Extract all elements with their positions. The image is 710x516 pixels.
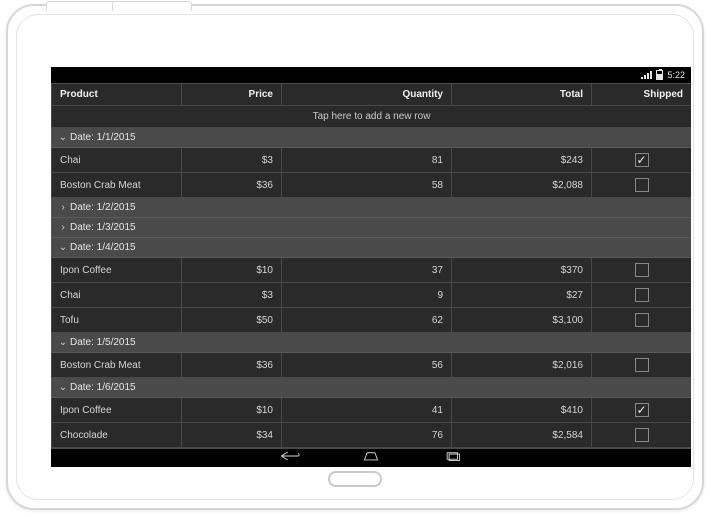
cell-shipped[interactable] [592, 173, 692, 198]
tablet-home-button[interactable] [328, 471, 382, 487]
cell-shipped[interactable] [592, 258, 692, 283]
cell-shipped[interactable] [592, 308, 692, 333]
table-row[interactable]: Ipon Coffee$1041$410 ✓ [52, 398, 692, 423]
android-navbar [51, 449, 691, 467]
cell-total[interactable]: $2,584 [452, 423, 592, 448]
cell-total[interactable]: $2,016 [452, 353, 592, 378]
cell-total[interactable]: $410 [452, 398, 592, 423]
cell-price[interactable]: $10 [182, 398, 282, 423]
cell-price[interactable]: $50 [182, 308, 282, 333]
cell-quantity[interactable]: 58 [282, 173, 452, 198]
cell-product[interactable]: Boston Crab Meat [52, 353, 182, 378]
shipped-checkbox[interactable] [635, 428, 649, 442]
cell-price[interactable]: $10 [182, 258, 282, 283]
recent-apps-button[interactable] [440, 449, 466, 467]
back-button[interactable] [276, 449, 302, 467]
group-label: Date: 1/3/2015 [70, 222, 136, 233]
cell-product[interactable]: Ipon Coffee [52, 398, 182, 423]
group-row[interactable]: ⌄Date: 1/4/2015 [52, 238, 692, 258]
table-row[interactable]: Chocolade$3476$2,584 [52, 423, 692, 448]
cell-total[interactable]: $370 [452, 258, 592, 283]
cell-product[interactable]: Chai [52, 148, 182, 173]
cell-price[interactable]: $3 [182, 283, 282, 308]
table-row[interactable]: Tofu$5062$3,100 [52, 308, 692, 333]
column-header-total[interactable]: Total [452, 84, 592, 106]
cell-product[interactable]: Boston Crab Meat [52, 173, 182, 198]
browser-tab-stub [112, 1, 192, 11]
cell-total[interactable]: $2,088 [452, 173, 592, 198]
battery-icon [656, 70, 663, 80]
group-row[interactable]: ⌄Date: 1/6/2015 [52, 378, 692, 398]
cell-quantity[interactable]: 81 [282, 148, 452, 173]
shipped-checkbox[interactable]: ✓ [635, 403, 649, 417]
group-label: Date: 1/2/2015 [70, 202, 136, 213]
chevron-down-icon[interactable]: ⌄ [58, 242, 68, 253]
cell-total[interactable]: $243 [452, 148, 592, 173]
cell-price[interactable]: $3 [182, 148, 282, 173]
column-header-product[interactable]: Product [52, 84, 182, 106]
chevron-right-icon[interactable]: › [58, 222, 68, 233]
chevron-down-icon[interactable]: ⌄ [58, 132, 68, 143]
cell-total[interactable]: $27 [452, 283, 592, 308]
cell-price[interactable]: $36 [182, 353, 282, 378]
add-new-row[interactable]: Tap here to add a new row [52, 106, 692, 128]
shipped-checkbox[interactable]: ✓ [635, 153, 649, 167]
column-header-shipped[interactable]: Shipped [592, 84, 692, 106]
add-new-row-label[interactable]: Tap here to add a new row [52, 106, 692, 128]
cell-quantity[interactable]: 62 [282, 308, 452, 333]
cell-quantity[interactable]: 41 [282, 398, 452, 423]
shipped-checkbox[interactable] [635, 178, 649, 192]
statusbar-time: 5:22 [667, 70, 685, 80]
grid-container[interactable]: Product Price Quantity Total Shipped Tap… [51, 83, 691, 449]
cell-shipped[interactable] [592, 423, 692, 448]
group-row[interactable]: ›Date: 1/3/2015 [52, 218, 692, 238]
cell-shipped[interactable] [592, 353, 692, 378]
signal-icon [641, 71, 652, 79]
shipped-checkbox[interactable] [635, 263, 649, 277]
cell-shipped[interactable] [592, 283, 692, 308]
column-header-quantity[interactable]: Quantity [282, 84, 452, 106]
group-row[interactable]: ⌄Date: 1/5/2015 [52, 333, 692, 353]
table-row[interactable]: Chai$39$27 [52, 283, 692, 308]
tablet-frame: 5:22 Product Price Quan [6, 4, 704, 510]
device-screen: 5:22 Product Price Quan [51, 67, 691, 467]
group-label: Date: 1/4/2015 [70, 242, 136, 253]
chevron-down-icon[interactable]: ⌄ [58, 382, 68, 393]
group-label: Date: 1/1/2015 [70, 132, 136, 143]
cell-shipped[interactable]: ✓ [592, 398, 692, 423]
cell-product[interactable]: Chocolade [52, 423, 182, 448]
shipped-checkbox[interactable] [635, 288, 649, 302]
grid-header-row: Product Price Quantity Total Shipped [52, 84, 692, 106]
group-row[interactable]: ›Date: 1/2/2015 [52, 198, 692, 218]
cell-quantity[interactable]: 37 [282, 258, 452, 283]
cell-price[interactable]: $36 [182, 173, 282, 198]
shipped-checkbox[interactable] [635, 358, 649, 372]
table-row[interactable]: Boston Crab Meat$3656$2,016 [52, 353, 692, 378]
group-label: Date: 1/5/2015 [70, 337, 136, 348]
cell-product[interactable]: Ipon Coffee [52, 258, 182, 283]
cell-shipped[interactable]: ✓ [592, 148, 692, 173]
android-statusbar: 5:22 [51, 67, 691, 83]
cell-total[interactable]: $3,100 [452, 308, 592, 333]
tablet-bezel: 5:22 Product Price Quan [16, 14, 694, 500]
table-row[interactable]: Ipon Coffee$1037$370 [52, 258, 692, 283]
cell-quantity[interactable]: 9 [282, 283, 452, 308]
group-label: Date: 1/6/2015 [70, 382, 136, 393]
chevron-right-icon[interactable]: › [58, 202, 68, 213]
table-row[interactable]: Chai$381$243 ✓ [52, 148, 692, 173]
shipped-checkbox[interactable] [635, 313, 649, 327]
cell-product[interactable]: Tofu [52, 308, 182, 333]
chevron-down-icon[interactable]: ⌄ [58, 337, 68, 348]
cell-quantity[interactable]: 56 [282, 353, 452, 378]
table-row[interactable]: Boston Crab Meat$3658$2,088 [52, 173, 692, 198]
cell-quantity[interactable]: 76 [282, 423, 452, 448]
cell-product[interactable]: Chai [52, 283, 182, 308]
home-button[interactable] [358, 449, 384, 467]
cell-price[interactable]: $34 [182, 423, 282, 448]
column-header-price[interactable]: Price [182, 84, 282, 106]
data-grid: Product Price Quantity Total Shipped Tap… [51, 83, 691, 449]
group-row[interactable]: ⌄Date: 1/1/2015 [52, 128, 692, 148]
